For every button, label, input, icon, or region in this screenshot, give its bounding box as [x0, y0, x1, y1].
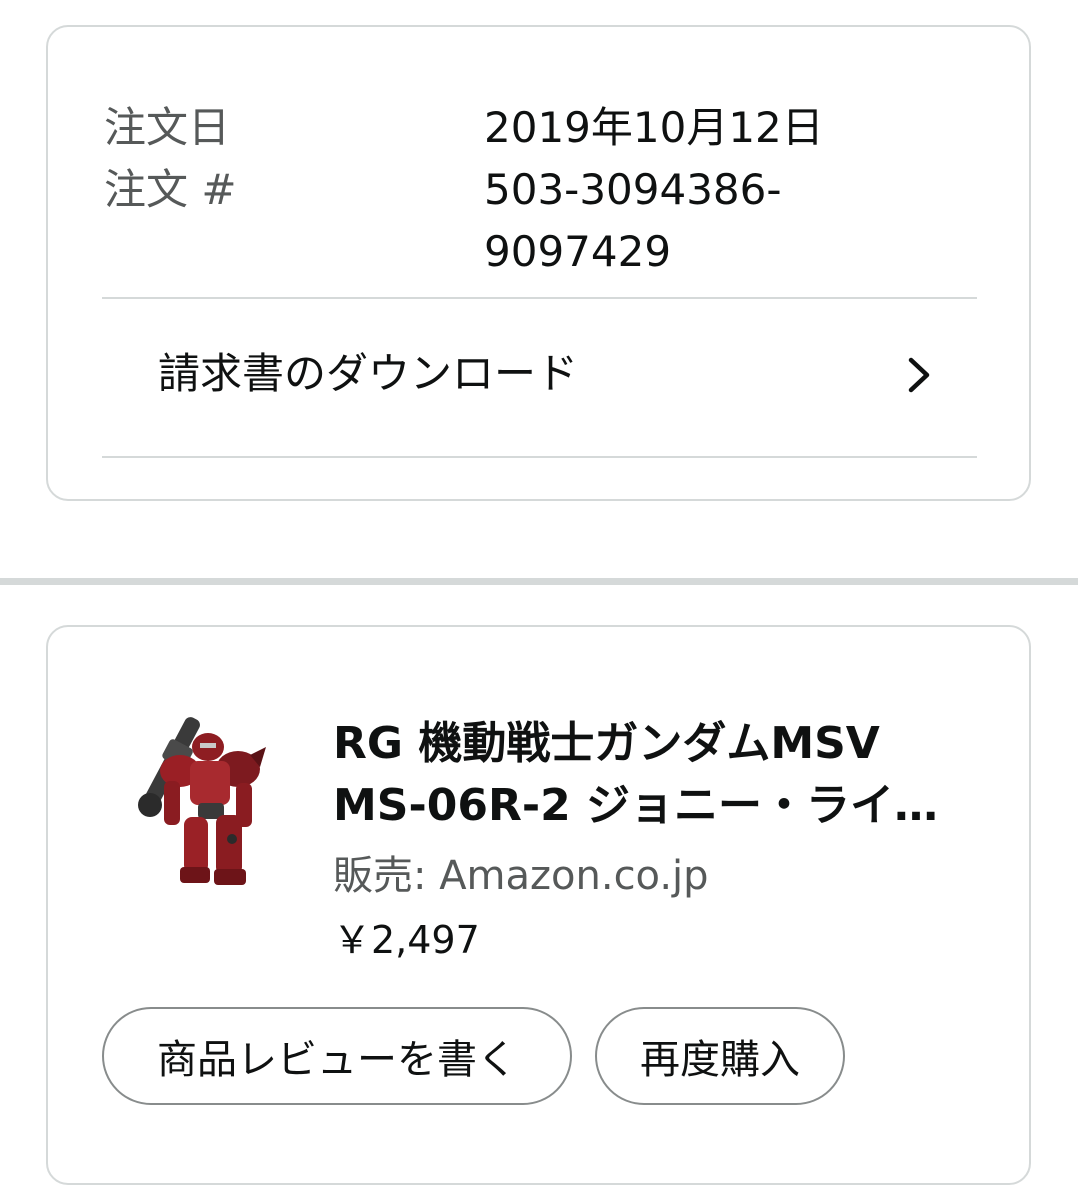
seller-info: 販売: Amazon.co.jp	[333, 853, 709, 899]
order-date-label: 注文日	[104, 103, 231, 152]
product-title-link[interactable]: RG 機動戦士ガンダムMSV MS-06R-2 ジョニー・ライデン専用ザクII	[333, 713, 973, 837]
product-thumbnail-image[interactable]	[120, 707, 270, 897]
buy-again-button[interactable]: 再度購入	[595, 1007, 845, 1105]
order-item-card: RG 機動戦士ガンダムMSV MS-06R-2 ジョニー・ライデン専用ザクII …	[46, 625, 1031, 1185]
product-price: ￥2,497	[333, 918, 480, 962]
invoice-download-label: 請求書のダウンロード	[158, 349, 579, 398]
write-review-button[interactable]: 商品レビューを書く	[102, 1007, 572, 1105]
order-number-value-line2: 9097429	[484, 227, 672, 276]
product-title-line2: MS-06R-2 ジョニー・ライデン専用ザクII	[333, 780, 973, 831]
order-number-value-line1: 503-3094386-	[484, 165, 782, 214]
chevron-right-icon	[908, 357, 930, 393]
product-title-line1: RG 機動戦士ガンダムMSV	[333, 718, 880, 769]
divider	[102, 456, 977, 458]
invoice-download-link[interactable]: 請求書のダウンロード	[102, 299, 977, 455]
order-date-value: 2019年10月12日	[484, 103, 824, 152]
section-separator	[0, 578, 1078, 585]
order-summary-card: 注文日 2019年10月12日 注文 # 503-3094386- 909742…	[46, 25, 1031, 501]
order-number-label: 注文 #	[104, 165, 237, 214]
